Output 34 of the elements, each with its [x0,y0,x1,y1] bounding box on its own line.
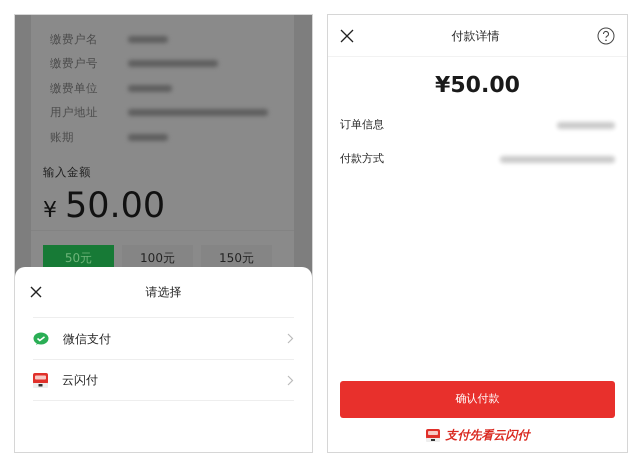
field-label: 缴费户名 [50,30,99,48]
blurred-value [557,122,615,128]
currency-symbol: ¥ [43,196,57,225]
close-icon[interactable] [340,28,354,42]
amount-option[interactable]: 150元 [201,244,272,267]
sheet-title: 请选择 [144,284,182,301]
chevron-icon [287,333,294,344]
field-label: 缴费户号 [50,55,99,72]
amount-label: 输入金额 [42,164,92,180]
blurred-value [128,84,172,92]
amount-option[interactable]: 100元 [122,244,193,267]
page-title: 付款详情 [450,28,500,44]
confirm-payment-button[interactable]: 确认付款 [340,381,615,418]
row-label: 付款方式 [340,150,385,167]
blurred-value [128,134,168,141]
blurred-value [128,36,168,43]
app-logo-icon [426,428,440,442]
close-icon[interactable] [29,285,43,299]
amount-option[interactable]: 50元 [43,244,114,267]
field-label: 账期 [50,128,75,146]
option-label: 云闪付 [62,372,99,389]
field-label: 用户地址 [50,104,99,122]
wechat-pay-icon [33,332,49,346]
help-icon[interactable] [597,26,615,44]
amount-value: 50.00 [65,186,166,226]
row-label: 订单信息 [340,116,385,133]
slogan-text: 支付先看云闪付 [446,427,530,444]
unionpay-icon [33,372,48,388]
option-label: 微信支付 [63,330,112,348]
field-label: 缴费单位 [50,80,99,97]
payment-option[interactable]: 微信支付 [33,317,294,359]
payment-option[interactable]: 云闪付 [33,359,294,401]
payment-amount: ¥50.00 [434,72,521,100]
chevron-icon [287,374,294,386]
